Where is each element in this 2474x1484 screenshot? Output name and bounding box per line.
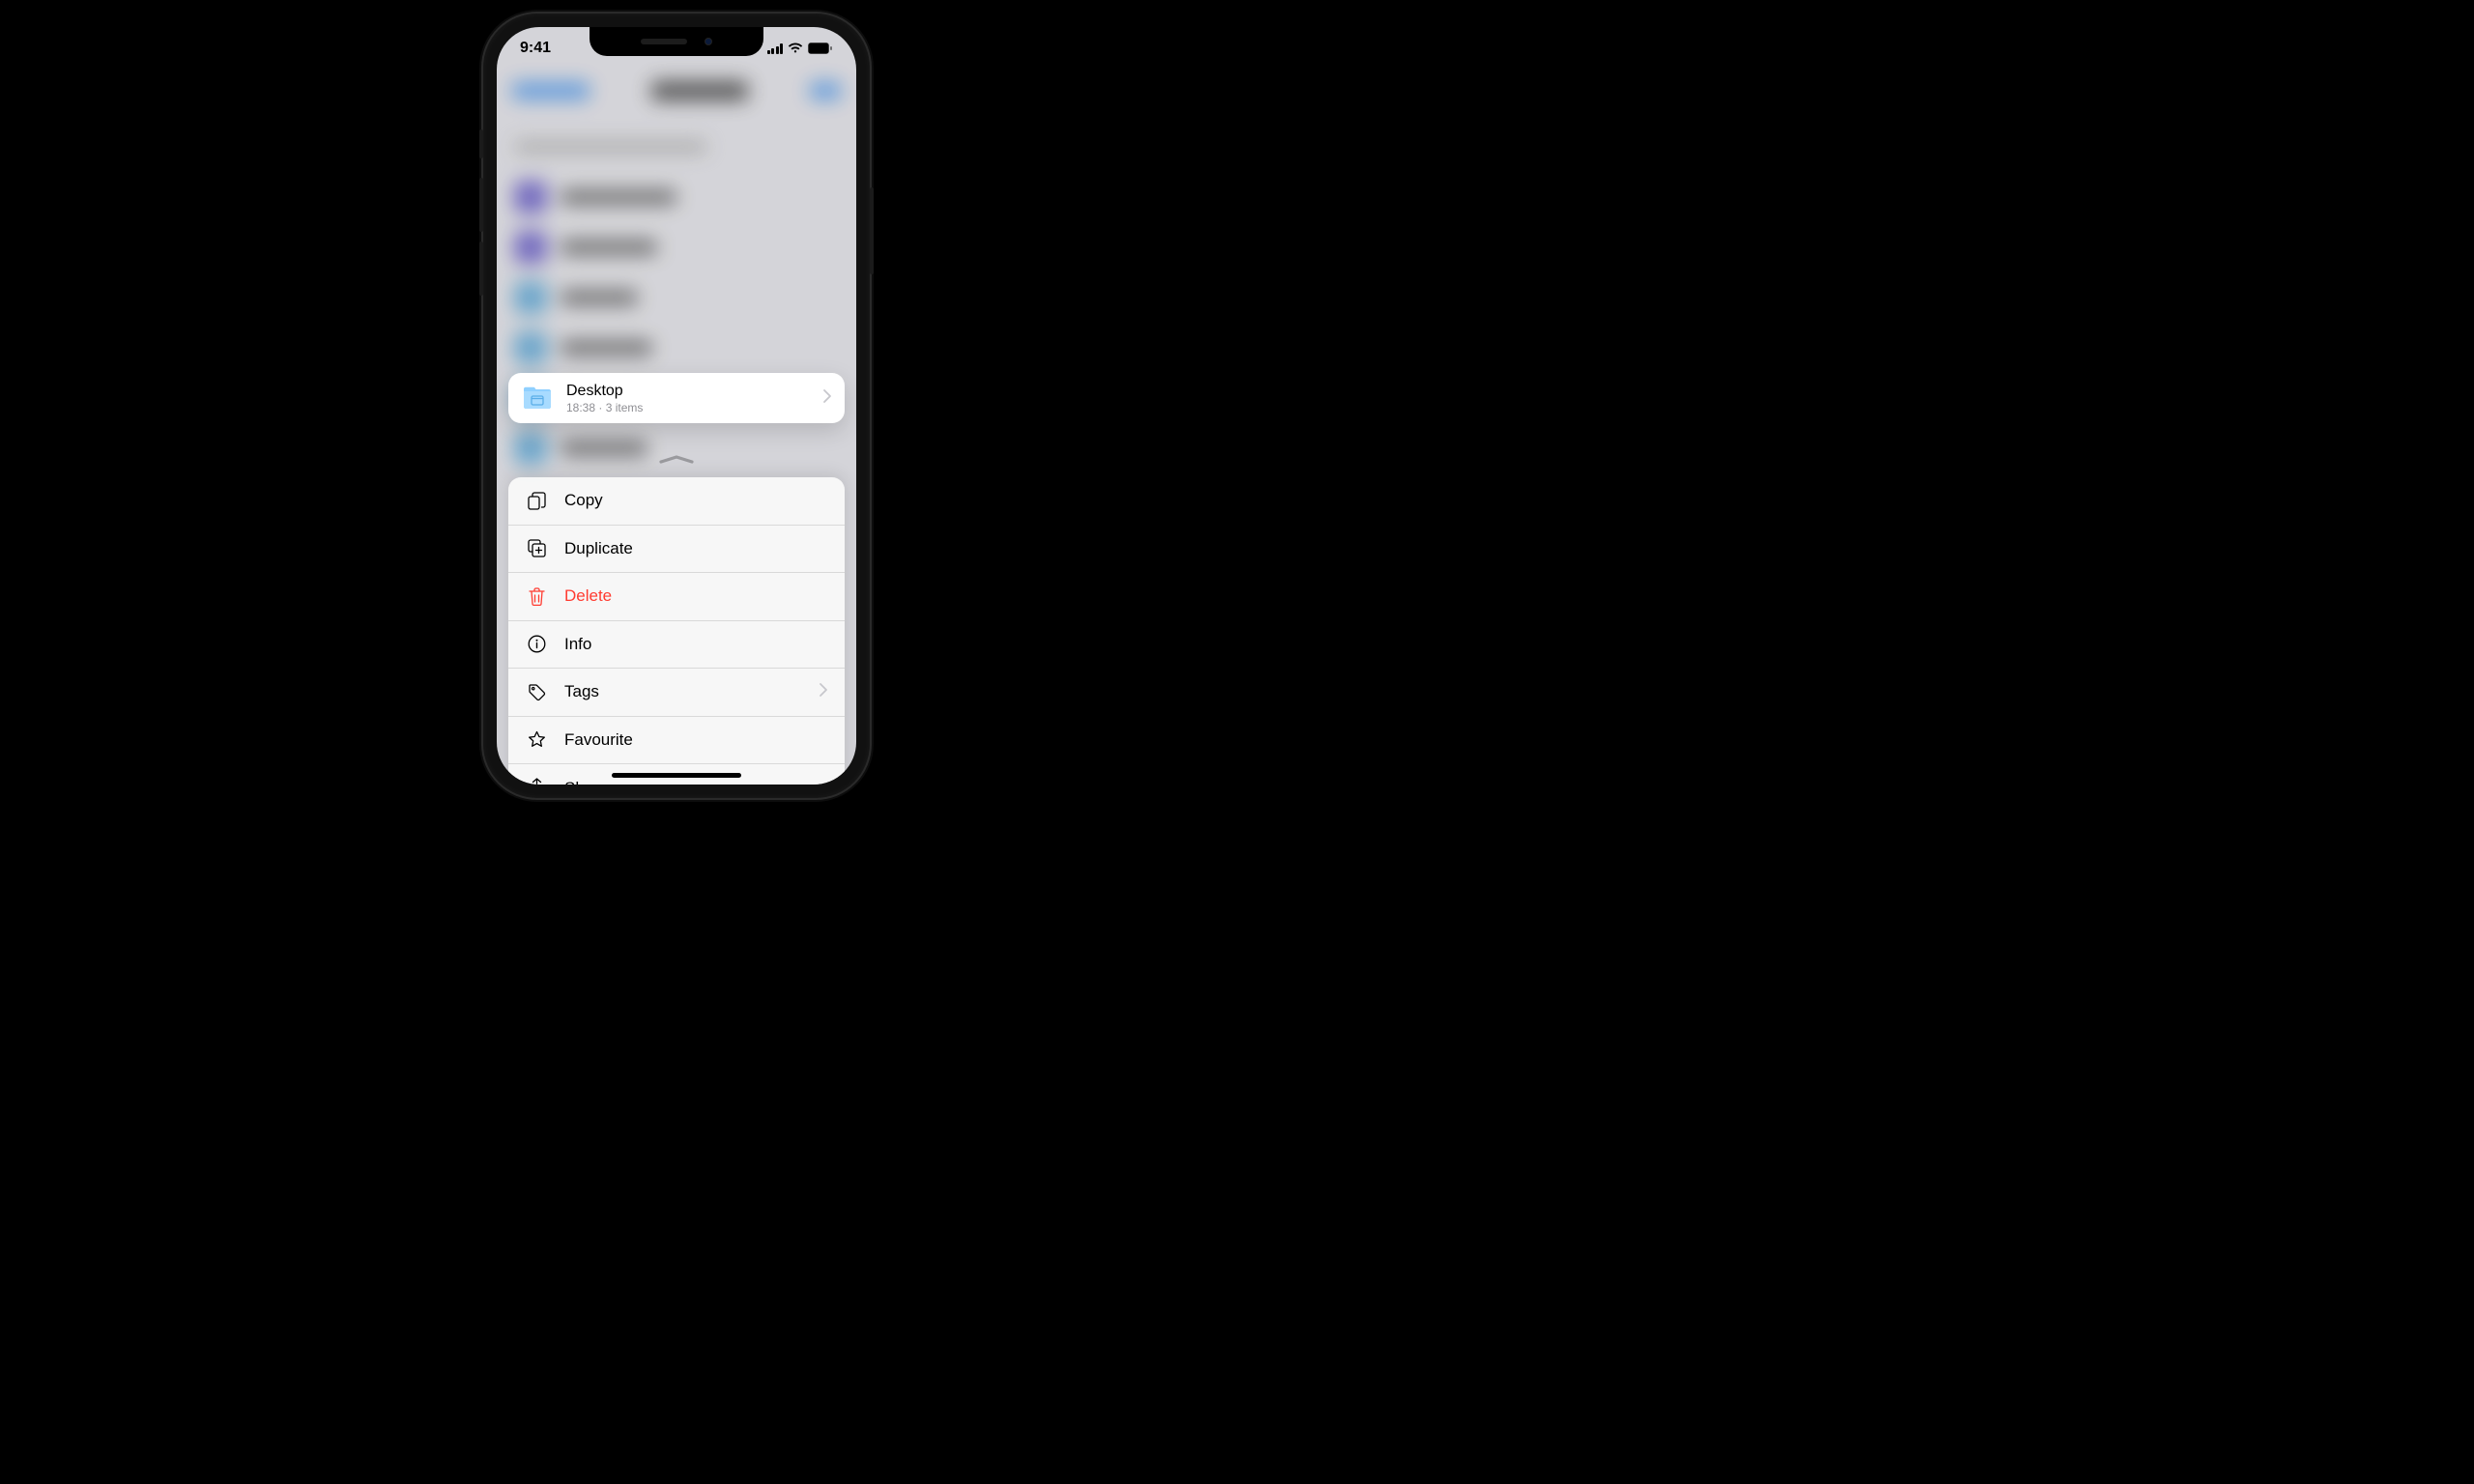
notch xyxy=(590,27,763,56)
info-icon xyxy=(526,635,547,653)
phone-frame: 9:41 Desktop xyxy=(483,14,870,798)
context-menu: Copy Duplicate Delete Info xyxy=(508,477,845,785)
menu-label: Duplicate xyxy=(564,539,633,558)
power-button xyxy=(870,187,874,274)
cellular-signal-icon xyxy=(767,43,784,54)
volume-down-button xyxy=(479,242,483,296)
wifi-icon xyxy=(788,43,803,54)
volume-up-button xyxy=(479,178,483,232)
mute-switch xyxy=(479,129,483,158)
share-icon xyxy=(526,778,547,785)
chevron-right-icon xyxy=(820,682,827,701)
menu-item-delete[interactable]: Delete xyxy=(508,573,845,621)
menu-item-info[interactable]: Info xyxy=(508,621,845,670)
battery-icon xyxy=(808,43,833,54)
home-indicator[interactable] xyxy=(612,773,741,778)
tag-icon xyxy=(526,683,547,701)
sheet-grabber-icon[interactable] xyxy=(660,454,693,464)
menu-label: Delete xyxy=(564,586,612,606)
screen: 9:41 Desktop xyxy=(497,27,856,785)
menu-label: Share xyxy=(564,779,608,785)
menu-label: Tags xyxy=(564,682,599,701)
status-time: 9:41 xyxy=(520,40,551,57)
trash-icon xyxy=(526,587,547,606)
folder-icon xyxy=(522,385,553,411)
chevron-right-icon xyxy=(823,389,831,408)
copy-icon xyxy=(526,492,547,510)
star-icon xyxy=(526,730,547,749)
menu-item-copy[interactable]: Copy xyxy=(508,477,845,526)
menu-item-duplicate[interactable]: Duplicate xyxy=(508,526,845,574)
folder-title: Desktop xyxy=(566,382,823,400)
menu-label: Favourite xyxy=(564,730,633,750)
duplicate-icon xyxy=(526,539,547,557)
menu-item-tags[interactable]: Tags xyxy=(508,669,845,717)
folder-subtitle: 18:38 · 3 items xyxy=(566,401,823,414)
menu-item-favourite[interactable]: Favourite xyxy=(508,717,845,765)
folder-preview-card[interactable]: Desktop 18:38 · 3 items xyxy=(508,373,845,423)
menu-label: Info xyxy=(564,635,591,654)
menu-label: Copy xyxy=(564,491,603,510)
